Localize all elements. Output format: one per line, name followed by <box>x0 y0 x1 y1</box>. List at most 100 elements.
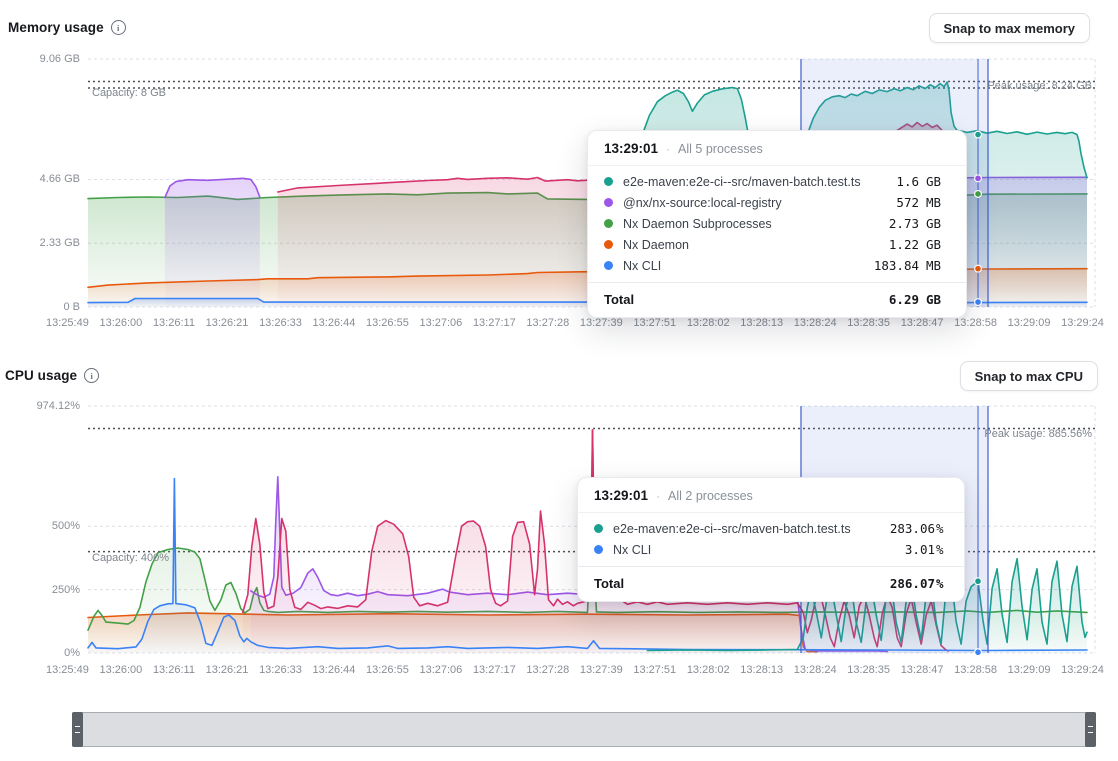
x-tick-label: 13:28:13 <box>740 317 783 329</box>
series-color-dot <box>604 261 613 270</box>
hover-point-green <box>975 191 982 198</box>
x-tick-label: 13:26:55 <box>366 317 409 329</box>
process-unit: GB <box>926 174 950 189</box>
tooltip-total-label: Total <box>604 292 889 307</box>
memory-peak-label: Peak usage: 8.24 GB <box>987 80 1092 92</box>
x-tick-label: 13:26:11 <box>153 664 195 676</box>
tooltip-separator: · <box>656 489 660 503</box>
cpu-title-label: CPU usage <box>5 368 77 383</box>
x-tick-label: 13:26:00 <box>99 664 142 676</box>
tooltip-time: 13:29:01 <box>604 141 658 156</box>
process-value: 1.22 <box>889 237 919 252</box>
process-name: Nx CLI <box>623 259 874 273</box>
x-tick-label: 13:29:24 <box>1061 317 1104 329</box>
tooltip-row: Nx Daemon Subprocesses2.73GB <box>588 213 966 234</box>
x-tick-label: 13:27:06 <box>419 664 462 676</box>
x-tick-label: 13:26:33 <box>259 317 302 329</box>
info-icon[interactable]: i <box>84 368 99 383</box>
tooltip-time: 13:29:01 <box>594 488 648 503</box>
x-tick-label: 13:27:06 <box>419 317 462 329</box>
process-name: e2e-maven:e2e-ci--src/maven-batch.test.t… <box>613 522 890 536</box>
y-tick-label: 0 B <box>0 301 80 313</box>
timeline-brush-track[interactable] <box>72 712 1096 747</box>
x-tick-label: 13:28:35 <box>847 317 890 329</box>
process-unit: % <box>936 521 948 536</box>
brush-handle-left[interactable] <box>72 712 83 747</box>
memory-chart-title: Memory usage i <box>8 20 126 35</box>
x-tick-label: 13:29:09 <box>1008 317 1051 329</box>
series-color-dot <box>594 545 603 554</box>
x-tick-label: 13:28:02 <box>687 317 730 329</box>
process-unit: MB <box>926 258 950 273</box>
x-tick-label: 13:28:02 <box>687 664 730 676</box>
memory-title-label: Memory usage <box>8 20 104 35</box>
process-unit: MB <box>926 195 950 210</box>
process-value: 2.73 <box>889 216 919 231</box>
series-color-dot <box>604 240 613 249</box>
x-tick-label: 13:27:28 <box>526 317 569 329</box>
y-tick-label: 4.66 GB <box>0 173 80 185</box>
tooltip-header: 13:29:01 · All 2 processes <box>578 478 964 512</box>
process-value: 1.6 <box>896 174 919 189</box>
x-tick-label: 13:27:28 <box>526 664 569 676</box>
charts-canvas[interactable] <box>0 0 1118 761</box>
x-tick-label: 13:28:47 <box>901 664 944 676</box>
x-tick-label: 13:25:49 <box>46 664 89 676</box>
hover-point-teal <box>975 578 982 585</box>
x-tick-label: 13:25:49 <box>46 317 89 329</box>
memory-x-axis: 13:25:4913:26:0013:26:1113:26:2113:26:33… <box>46 317 1104 329</box>
series-color-dot <box>594 524 603 533</box>
process-name: @nx/nx-source:local-registry <box>623 196 896 210</box>
x-tick-label: 13:28:24 <box>794 317 837 329</box>
tooltip-total-row: Total 6.29 GB <box>588 282 966 317</box>
cpu-x-axis: 13:25:4913:26:0013:26:1113:26:2113:26:33… <box>46 664 1104 676</box>
tooltip-rows: e2e-maven:e2e-ci--src/maven-batch.test.t… <box>578 512 964 562</box>
x-tick-label: 13:28:58 <box>954 317 997 329</box>
x-tick-label: 13:26:44 <box>313 664 356 676</box>
tooltip-row: @nx/nx-source:local-registry572 MB <box>588 192 966 213</box>
x-tick-label: 13:29:09 <box>1008 664 1051 676</box>
grip-icon <box>75 726 80 733</box>
tooltip-header: 13:29:01 · All 5 processes <box>588 131 966 165</box>
brush-handle-right[interactable] <box>1085 712 1096 747</box>
process-unit: GB <box>926 237 950 252</box>
x-tick-label: 13:27:51 <box>633 664 676 676</box>
y-tick-label: 9.06 GB <box>0 53 80 65</box>
snap-to-max-memory-button[interactable]: Snap to max memory <box>929 13 1091 43</box>
x-tick-label: 13:27:39 <box>580 317 623 329</box>
series-color-dot <box>604 177 613 186</box>
tooltip-total-unit: GB <box>926 292 950 307</box>
process-unit: % <box>936 542 948 557</box>
memory-capacity-label: Capacity: 8 GB <box>92 87 166 99</box>
tooltip-subtitle: All 2 processes <box>668 489 753 503</box>
process-value: 572 <box>896 195 919 210</box>
process-value: 283.06 <box>890 521 935 536</box>
snap-to-max-cpu-button[interactable]: Snap to max CPU <box>960 361 1098 391</box>
hover-point-purple <box>975 175 982 182</box>
x-tick-label: 13:29:24 <box>1061 664 1104 676</box>
tooltip-row: Nx CLI3.01% <box>578 539 964 560</box>
hover-point-blue <box>975 299 982 306</box>
info-icon[interactable]: i <box>111 20 126 35</box>
tooltip-separator: · <box>666 142 670 156</box>
x-tick-label: 13:28:58 <box>954 664 997 676</box>
tooltip-total-label: Total <box>594 576 890 591</box>
tooltip-row: e2e-maven:e2e-ci--src/maven-batch.test.t… <box>578 518 964 539</box>
x-tick-label: 13:27:39 <box>580 664 623 676</box>
process-name: Nx Daemon <box>623 238 889 252</box>
y-tick-label: 500% <box>0 520 80 532</box>
series-color-dot <box>604 219 613 228</box>
x-tick-label: 13:26:11 <box>153 317 195 329</box>
y-tick-label: 250% <box>0 584 80 596</box>
x-tick-label: 13:28:35 <box>847 664 890 676</box>
tooltip-row: Nx Daemon1.22 GB <box>588 234 966 255</box>
cpu-peak-label: Peak usage: 885.56% <box>984 428 1092 440</box>
y-tick-label: 2.33 GB <box>0 237 80 249</box>
x-tick-label: 13:27:51 <box>633 317 676 329</box>
process-name: Nx CLI <box>613 543 905 557</box>
hover-point-teal <box>975 131 982 138</box>
x-tick-label: 13:28:47 <box>901 317 944 329</box>
x-tick-label: 13:26:00 <box>99 317 142 329</box>
cpu-capacity-label: Capacity: 400% <box>92 552 169 564</box>
process-unit: GB <box>926 216 950 231</box>
